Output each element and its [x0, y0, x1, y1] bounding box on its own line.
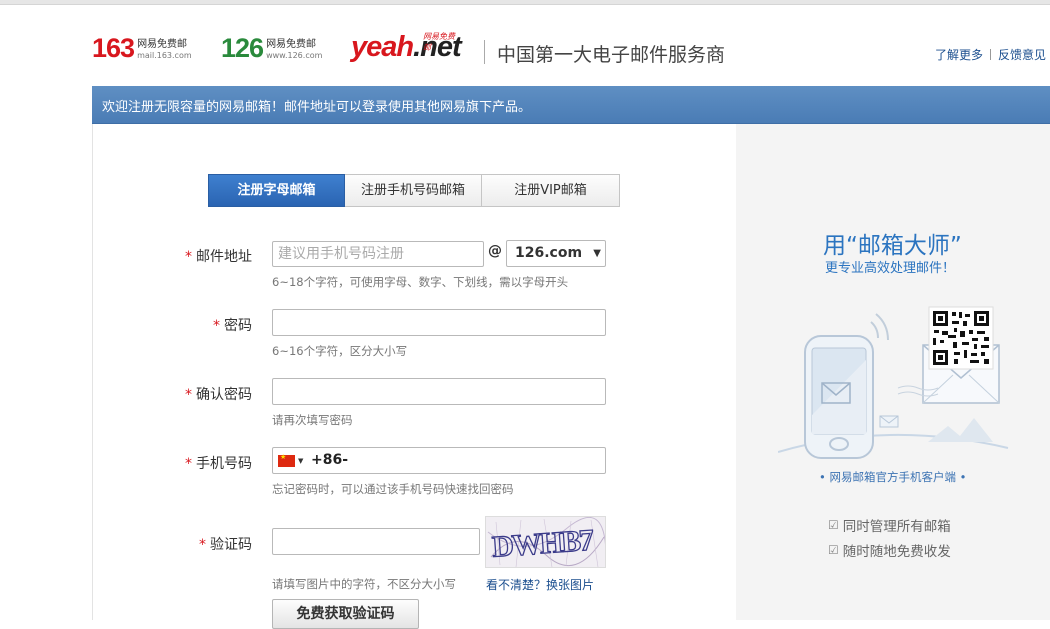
checkbox-check-icon: ☑ [828, 543, 839, 557]
required-mark: * [213, 318, 220, 334]
tab-vip-email[interactable]: 注册VIP邮箱 [482, 174, 620, 207]
mail-master-illustration [777, 300, 1028, 465]
header-divider [484, 40, 485, 64]
captcha-label: * 验证码 [199, 537, 252, 553]
checkbox-check-icon: ☑ [828, 518, 839, 532]
wifi-icon [870, 313, 889, 341]
logo-163[interactable]: 163 网易免费邮 mail.163.com [92, 35, 192, 62]
feedback-link[interactable]: 反馈意见 [998, 46, 1046, 63]
confirm-password-hint: 请再次填写密码 [272, 413, 353, 427]
logo-163-number: 163 [92, 33, 135, 63]
logo-yeah-net[interactable]: yeah.net 网易免费邮 [351, 31, 462, 63]
email-input[interactable] [272, 241, 484, 267]
country-code-select[interactable]: ★ ▼ [278, 453, 304, 467]
header-links: 了解更多 反馈意见 [935, 46, 1046, 63]
get-free-code-button[interactable]: 免费获取验证码 [272, 599, 419, 629]
promo-subtitle: 更专业高效处理邮件！ [825, 261, 956, 276]
captcha-input[interactable] [272, 528, 480, 555]
phone-label: * 手机号码 [185, 456, 252, 472]
phone-input[interactable] [309, 451, 593, 469]
phone-hint: 忘记密码时，可以通过该手机号码快速找回密码 [272, 482, 514, 496]
password-input[interactable] [272, 309, 606, 336]
welcome-banner-text: 欢迎注册无限容量的网易邮箱！邮件地址可以登录使用其他网易旗下产品。 [102, 100, 532, 115]
email-hint: 6~18个字符，可使用字母、数字、下划线，需以字母开头 [272, 275, 569, 289]
logo-163-name: 网易免费邮 [137, 39, 188, 50]
required-mark: * [185, 387, 192, 403]
phone-field: ★ ▼ [272, 447, 606, 474]
header: 163 网易免费邮 mail.163.com 126 网易免费邮 www.126… [0, 5, 1050, 85]
confirm-password-label: * 确认密码 [185, 387, 252, 403]
password-label: * 密码 [213, 318, 252, 334]
logo-126-name: 网易免费邮 [266, 39, 317, 50]
phone-icon [804, 335, 874, 459]
required-mark: * [185, 456, 192, 472]
refresh-captcha-link[interactable]: 看不清楚？换张图片 [486, 576, 594, 593]
captcha-image-text: DWHB7 [491, 524, 595, 564]
confirm-password-input[interactable] [272, 378, 606, 405]
link-divider [989, 49, 991, 60]
email-label: * 邮件地址 [185, 249, 252, 265]
small-envelope-icon [879, 415, 899, 428]
tab-letter-email[interactable]: 注册字母邮箱 [208, 174, 345, 207]
header-slogan: 中国第一大电子邮件服务商 [497, 44, 726, 66]
captcha-hint: 请填写图片中的字符，不区分大小写 [272, 577, 456, 591]
promo-title: 用“邮箱大师” [823, 233, 962, 259]
domain-select[interactable]: 126.com ▼ [506, 240, 606, 267]
domain-select-value: 126.com [515, 245, 583, 261]
register-tabs: 注册字母邮箱 注册手机号码邮箱 注册VIP邮箱 [208, 174, 620, 207]
logo-126[interactable]: 126 网易免费邮 www.126.com [221, 35, 322, 62]
dropdown-arrow-icon: ▼ [298, 457, 304, 465]
feature-item: ☑ 随时随地免费收发 [828, 543, 951, 560]
at-sign: @ [488, 243, 502, 259]
captcha-image[interactable]: DWHB7 [485, 516, 606, 568]
password-hint: 6~16个字符，区分大小写 [272, 344, 408, 358]
feature-item: ☑ 同时管理所有邮箱 [828, 518, 951, 535]
logo-yeah-text: yeah [351, 31, 414, 63]
logo-126-url: www.126.com [266, 51, 323, 60]
welcome-banner: 欢迎注册无限容量的网易邮箱！邮件地址可以登录使用其他网易旗下产品。 [92, 86, 1050, 124]
envelope-qr-icon [922, 306, 1000, 404]
learn-more-link[interactable]: 了解更多 [935, 46, 983, 63]
dropdown-arrow-icon: ▼ [593, 248, 601, 259]
logo-163-url: mail.163.com [137, 51, 192, 60]
logo-yeah-badge: 网易免费邮 [423, 32, 455, 52]
official-client-label: • 网易邮箱官方手机客户端 • [819, 470, 967, 484]
required-mark: * [185, 249, 192, 265]
logo-126-number: 126 [221, 33, 264, 63]
required-mark: * [199, 537, 206, 553]
china-flag-icon: ★ [278, 453, 295, 467]
tab-mobile-email[interactable]: 注册手机号码邮箱 [345, 174, 482, 207]
